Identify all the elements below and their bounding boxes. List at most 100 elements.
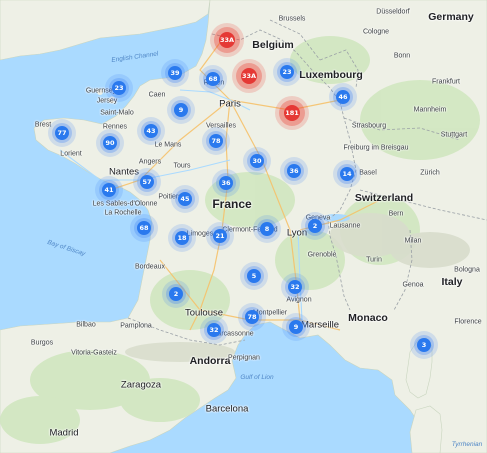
city-label-zaragoza: Zaragoza — [120, 379, 162, 391]
country-label-france: France — [212, 197, 252, 211]
city-label-turin: Turin — [366, 256, 382, 264]
city-label-barcelona: Barcelona — [205, 403, 249, 415]
city-label-basel: Basel — [359, 169, 377, 177]
cluster-marker[interactable]: 5 — [240, 262, 268, 290]
cluster-count: 181 — [284, 105, 300, 121]
city-label-frankfurt: Frankfurt — [431, 78, 461, 86]
country-label-italy: Italy — [441, 275, 463, 288]
cluster-marker[interactable]: 3 — [410, 331, 438, 359]
cluster-count: 9 — [289, 320, 303, 334]
cluster-count: 21 — [213, 229, 227, 243]
cluster-count: 33A — [219, 32, 235, 48]
cluster-marker[interactable]: 78 — [202, 127, 230, 155]
city-label-mannheim: Mannheim — [413, 106, 447, 114]
city-label-cologne: Cologne — [362, 28, 390, 36]
cluster-count: 68 — [137, 221, 151, 235]
city-label-lausanne: Lausanne — [329, 222, 361, 230]
cluster-marker[interactable]: 43 — [137, 117, 165, 145]
cluster-count: 68 — [206, 72, 220, 86]
cluster-count: 78 — [209, 134, 223, 148]
cluster-count: 43 — [144, 124, 158, 138]
cluster-count: 23 — [280, 65, 294, 79]
city-label-milan: Milan — [404, 237, 422, 245]
city-label-madrid: Madrid — [49, 427, 79, 439]
cluster-marker[interactable]: 39 — [161, 59, 189, 87]
cluster-marker[interactable]: 21 — [206, 222, 234, 250]
cluster-count: 32 — [207, 323, 221, 337]
city-label-stuttgart: Stuttgart — [440, 131, 468, 139]
city-label-bilbao: Bilbao — [76, 321, 96, 329]
water-label-gulf-of-lion: Gulf of Lion — [240, 373, 274, 381]
cluster-marker[interactable]: 41 — [95, 176, 123, 204]
city-label-perpignan: Perpignan — [228, 354, 260, 362]
cluster-marker[interactable]: 36 — [212, 169, 240, 197]
country-label-germany: Germany — [428, 10, 474, 23]
cluster-count: 18 — [175, 231, 189, 245]
city-label-pamplona: Pamplona — [120, 322, 152, 330]
cluster-count: 33A — [241, 68, 257, 84]
city-label-caen: Caen — [148, 91, 166, 99]
cluster-marker[interactable]: 32 — [200, 316, 228, 344]
cluster-count: 32 — [288, 280, 302, 294]
cluster-marker[interactable]: 18 — [168, 224, 196, 252]
cluster-marker[interactable]: 33A — [210, 23, 244, 57]
city-label-florence: Florence — [454, 318, 482, 326]
country-label-luxembourg: Luxembourg — [299, 68, 363, 81]
cluster-count: 90 — [103, 136, 117, 150]
cluster-count: 30 — [250, 154, 264, 168]
cluster-marker[interactable]: 32 — [281, 273, 309, 301]
cluster-count: 23 — [112, 81, 126, 95]
city-label-vitoria: Vitoria-Gasteiz — [71, 349, 117, 357]
cluster-marker[interactable]: 23 — [273, 58, 301, 86]
cluster-marker[interactable]: 30 — [243, 147, 271, 175]
cluster-marker[interactable]: 9 — [167, 96, 195, 124]
cluster-count: 3 — [417, 338, 431, 352]
cluster-count: 36 — [287, 164, 301, 178]
city-label-strasbourg: Strasbourg — [351, 122, 387, 130]
cluster-marker[interactable]: 90 — [96, 129, 124, 157]
water-label-tyrrhenian: Tyrrhenian — [451, 440, 483, 448]
cluster-count: 8 — [260, 222, 274, 236]
city-label-genoa: Genoa — [402, 281, 424, 289]
cluster-marker[interactable]: 14 — [333, 160, 361, 188]
cluster-marker[interactable]: 46 — [329, 83, 357, 111]
cluster-marker[interactable]: 23 — [105, 74, 133, 102]
cluster-count: 77 — [55, 126, 69, 140]
cluster-marker[interactable]: 78 — [238, 303, 266, 331]
cluster-marker[interactable]: 33A — [232, 59, 266, 93]
city-label-zurich: Zürich — [420, 169, 440, 177]
cluster-count: 5 — [247, 269, 261, 283]
cluster-marker[interactable]: 8 — [253, 215, 281, 243]
cluster-marker[interactable]: 57 — [133, 168, 161, 196]
cluster-count: 36 — [219, 176, 233, 190]
country-label-monaco: Monaco — [348, 311, 388, 324]
cluster-count: 14 — [340, 167, 354, 181]
city-label-paris: Paris — [219, 98, 241, 110]
cluster-count: 2 — [169, 287, 183, 301]
city-label-freiburg: Freiburg im Breisgau — [343, 144, 409, 152]
cluster-marker[interactable]: 77 — [48, 119, 76, 147]
city-label-lorient: Lorient — [60, 150, 82, 158]
city-label-angers: Angers — [138, 158, 162, 166]
city-label-saint-malo: Saint-Malo — [100, 109, 134, 117]
cluster-marker[interactable]: 9 — [282, 313, 310, 341]
city-label-dusseldorf: Düsseldorf — [376, 8, 410, 16]
map-view[interactable]: Germany Belgium Luxembourg France Switze… — [0, 0, 487, 453]
cluster-marker[interactable]: 36 — [280, 157, 308, 185]
cluster-marker[interactable]: 68 — [130, 214, 158, 242]
cluster-count: 78 — [245, 310, 259, 324]
city-label-brussels: Brussels — [278, 15, 306, 23]
cluster-marker[interactable]: 2 — [162, 280, 190, 308]
city-label-bologna: Bologna — [454, 266, 480, 274]
cluster-marker[interactable]: 2 — [301, 212, 329, 240]
cluster-count: 57 — [140, 175, 154, 189]
cluster-marker[interactable]: 181 — [275, 96, 309, 130]
cluster-count: 2 — [308, 219, 322, 233]
country-label-belgium: Belgium — [252, 38, 294, 51]
city-label-tours: Tours — [173, 162, 191, 170]
cluster-marker[interactable]: 68 — [199, 65, 227, 93]
cluster-marker[interactable]: 45 — [171, 185, 199, 213]
city-label-bordeaux: Bordeaux — [135, 263, 165, 271]
cluster-count: 45 — [178, 192, 192, 206]
cluster-count: 41 — [102, 183, 116, 197]
